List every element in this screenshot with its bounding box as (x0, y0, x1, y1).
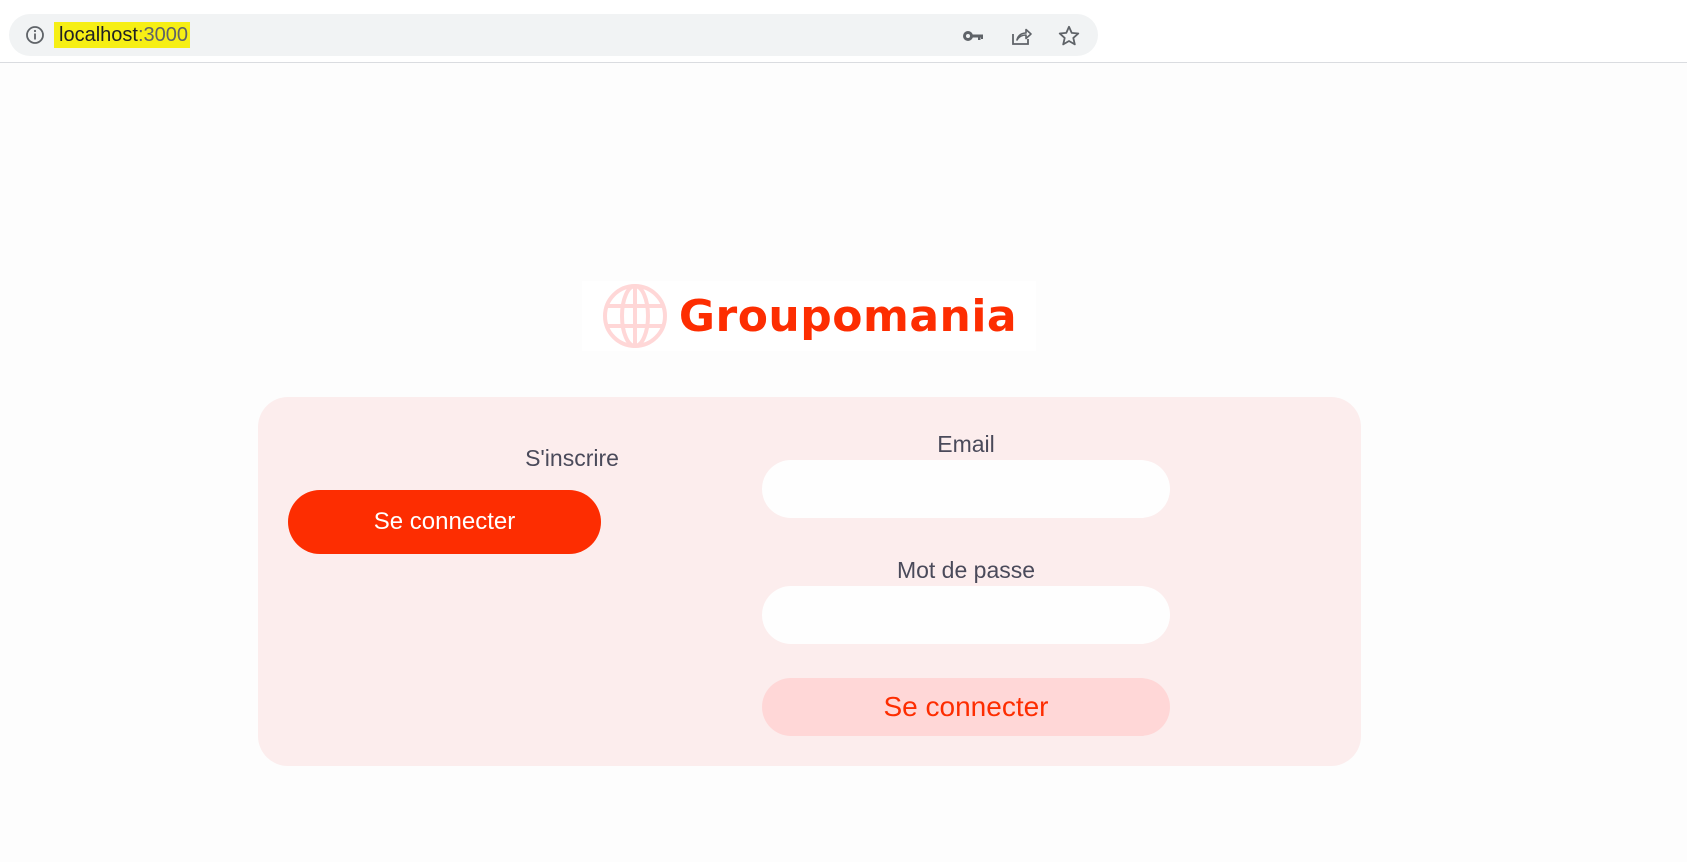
toggle-login-button[interactable]: Se connecter (288, 490, 601, 554)
browser-toolbar: localhost:3000 (0, 0, 1687, 63)
password-field[interactable] (762, 586, 1170, 644)
info-icon[interactable] (25, 25, 45, 45)
groupomania-logo: Groupomania (582, 281, 1036, 351)
email-label: Email (937, 431, 995, 457)
auth-card: S'inscrire Se connecter Email Mot de pas… (258, 397, 1361, 766)
share-icon[interactable] (1009, 24, 1033, 48)
url-host: localhost (59, 24, 138, 46)
address-bar[interactable]: localhost:3000 (9, 14, 1098, 56)
star-icon[interactable] (1057, 24, 1081, 48)
globe-icon (602, 284, 667, 348)
password-label: Mot de passe (896, 557, 1036, 583)
url-port: :3000 (137, 24, 188, 46)
login-submit-button[interactable]: Se connecter (762, 678, 1170, 736)
key-icon[interactable] (961, 24, 985, 48)
url-text[interactable]: localhost:3000 (54, 22, 190, 48)
brand-name: Groupomania (678, 290, 1018, 342)
email-field[interactable] (762, 460, 1170, 518)
